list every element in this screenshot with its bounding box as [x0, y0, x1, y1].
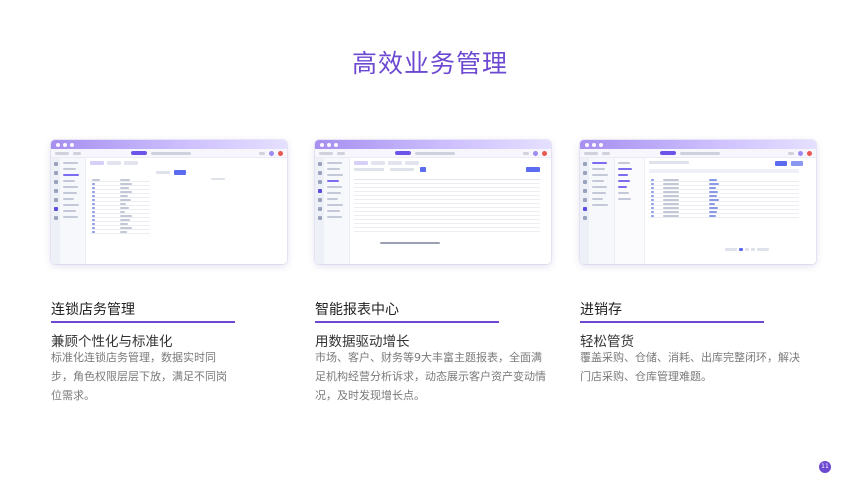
window-dot-icon	[320, 142, 324, 147]
search-placeholder	[680, 151, 720, 155]
sidebar-icon	[317, 180, 322, 184]
sidebar-icon	[582, 180, 587, 184]
avatar-icon	[269, 150, 274, 156]
feature-underline	[51, 321, 235, 323]
nav-placeholder	[73, 151, 81, 155]
notification-icon	[542, 150, 547, 156]
search-placeholder	[415, 151, 455, 155]
sidebar-icon	[53, 216, 58, 220]
window-titlebar	[580, 140, 816, 149]
window-titlebar	[51, 140, 287, 149]
primary-tab-indicator	[395, 151, 411, 155]
sidebar-icon	[53, 162, 58, 166]
sidebar-icon	[582, 207, 587, 211]
app-sidebar	[51, 158, 60, 264]
primary-button	[174, 170, 186, 175]
toolbar-icon	[523, 151, 529, 155]
sidebar-icon	[53, 171, 58, 175]
window-dot-icon	[585, 142, 589, 147]
window-dot-icon	[327, 142, 331, 147]
feature-title: 智能报表中心	[315, 302, 399, 318]
avatar-icon	[533, 150, 538, 156]
app-subnav	[324, 158, 350, 264]
logo-placeholder	[55, 151, 69, 155]
sidebar-icon	[317, 216, 322, 220]
feature-description: 市场、客户、财务等9大丰富主题报表，全面满足机构经营分析诉求，动态展示客户资产变…	[315, 351, 546, 402]
feature-subtitle: 轻松管货	[580, 334, 634, 350]
primary-tab-indicator	[660, 151, 676, 155]
import-button	[791, 161, 803, 166]
window-dot-icon	[56, 142, 60, 147]
sidebar-icon	[317, 189, 322, 193]
primary-tab-indicator	[131, 151, 147, 155]
feature-subtitle: 兼顾个性化与标准化	[51, 334, 173, 350]
feature-description: 标准化连锁店务管理，数据实时同步，角色权限层层下放，满足不同岗位需求。	[51, 351, 227, 402]
category-tree	[615, 158, 645, 264]
app-toolbar	[580, 149, 816, 158]
app-subnav	[589, 158, 615, 264]
search-button	[420, 167, 426, 172]
screenshot-report-center	[315, 140, 551, 264]
app-main-panel	[350, 158, 551, 264]
toolbar-icon	[788, 151, 794, 155]
search-placeholder	[151, 151, 191, 155]
sidebar-icon	[53, 198, 58, 202]
sidebar-icon	[582, 162, 587, 166]
notification-icon	[278, 150, 283, 156]
app-main-panel	[86, 158, 287, 264]
app-subnav	[60, 158, 86, 264]
sidebar-icon	[317, 207, 322, 211]
window-dot-icon	[334, 142, 338, 147]
sidebar-icon	[53, 180, 58, 184]
sidebar-icon	[582, 198, 587, 202]
app-toolbar	[51, 149, 287, 158]
window-dot-icon	[70, 142, 74, 147]
screenshot-inventory	[580, 140, 816, 264]
sidebar-icon	[582, 216, 587, 220]
window-titlebar	[315, 140, 551, 149]
notification-icon	[807, 150, 812, 156]
feature-title: 进销存	[580, 302, 622, 318]
nav-placeholder	[602, 151, 610, 155]
app-sidebar	[580, 158, 589, 264]
logo-placeholder	[584, 151, 598, 155]
sidebar-icon	[53, 207, 58, 211]
nav-placeholder	[337, 151, 345, 155]
add-button	[775, 161, 787, 166]
logo-placeholder	[319, 151, 333, 155]
sidebar-icon	[582, 189, 587, 193]
page-number-badge: 11	[819, 461, 831, 473]
sidebar-icon	[317, 162, 322, 166]
sidebar-icon	[317, 171, 322, 175]
screenshot-store-management	[51, 140, 287, 264]
app-main-panel	[645, 158, 816, 264]
sidebar-icon	[317, 198, 322, 202]
toolbar-icon	[259, 151, 265, 155]
feature-description: 覆盖采购、仓储、消耗、出库完整闭环，解决门店采购、仓库管理难题。	[580, 351, 800, 383]
app-toolbar	[315, 149, 551, 158]
pagination	[725, 248, 769, 251]
window-dot-icon	[63, 142, 67, 147]
sidebar-icon	[53, 189, 58, 193]
feature-underline	[315, 321, 499, 323]
page-title: 高效业务管理	[351, 49, 508, 78]
app-sidebar	[315, 158, 324, 264]
avatar-icon	[798, 150, 803, 156]
sidebar-icon	[582, 171, 587, 175]
feature-title: 连锁店务管理	[51, 302, 135, 318]
window-dot-icon	[599, 142, 603, 147]
export-button	[526, 167, 540, 172]
feature-underline	[580, 321, 764, 323]
window-dot-icon	[592, 142, 596, 147]
feature-subtitle: 用数据驱动增长	[315, 334, 410, 350]
